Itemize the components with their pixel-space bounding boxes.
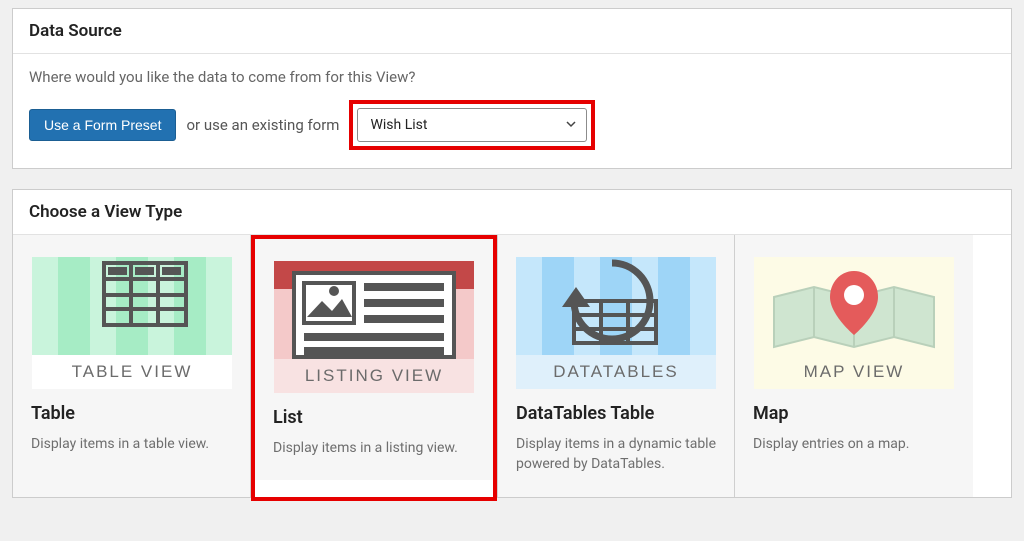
- view-type-cards-row: TABLE VIEW Table Display items in a tabl…: [13, 235, 1011, 497]
- view-type-panel: Choose a View Type TABLE VIEW: [12, 189, 1012, 498]
- form-select-highlight: Wish List: [349, 100, 595, 150]
- map-view-thumb-icon: MAP VIEW: [754, 257, 954, 389]
- use-form-preset-button[interactable]: Use a Form Preset: [29, 109, 176, 141]
- listing-view-thumb-icon: LISTING VIEW: [274, 261, 474, 393]
- card-title: Table: [31, 403, 232, 424]
- card-desc: Display items in a dynamic table powered…: [516, 434, 716, 475]
- svg-text:TABLE VIEW: TABLE VIEW: [71, 362, 192, 381]
- data-source-body: Where would you like the data to come fr…: [13, 54, 1011, 168]
- svg-text:LISTING VIEW: LISTING VIEW: [305, 366, 443, 385]
- or-use-existing-text: or use an existing form: [186, 116, 339, 134]
- card-title: Map: [753, 403, 955, 424]
- view-type-heading: Choose a View Type: [13, 190, 1011, 235]
- data-source-heading: Data Source: [13, 9, 1011, 54]
- svg-text:DATATABLES: DATATABLES: [553, 362, 679, 381]
- card-title: List: [273, 407, 475, 428]
- chevron-down-icon: [566, 117, 576, 133]
- view-type-card-table[interactable]: TABLE VIEW Table Display items in a tabl…: [13, 235, 251, 497]
- data-source-controls: Use a Form Preset or use an existing for…: [29, 100, 995, 150]
- data-source-panel: Data Source Where would you like the dat…: [12, 8, 1012, 169]
- data-source-prompt: Where would you like the data to come fr…: [29, 68, 995, 86]
- existing-form-select[interactable]: Wish List: [357, 108, 587, 142]
- svg-text:MAP VIEW: MAP VIEW: [804, 362, 905, 381]
- card-title: DataTables Table: [516, 403, 716, 424]
- view-type-card-datatables[interactable]: DATATABLES DataTables Table Display item…: [497, 235, 735, 497]
- view-type-card-map[interactable]: MAP VIEW Map Display entries on a map.: [735, 235, 973, 497]
- form-select-value: Wish List: [370, 117, 427, 133]
- card-desc: Display entries on a map.: [753, 434, 955, 454]
- view-type-card-list-highlight: LISTING VIEW List Display items in a lis…: [251, 235, 497, 501]
- datatables-thumb-icon: DATATABLES: [516, 257, 716, 389]
- table-view-thumb-icon: TABLE VIEW: [32, 257, 232, 389]
- view-type-card-list[interactable]: LISTING VIEW List Display items in a lis…: [255, 239, 493, 480]
- card-desc: Display items in a listing view.: [273, 438, 475, 458]
- card-desc: Display items in a table view.: [31, 434, 232, 454]
